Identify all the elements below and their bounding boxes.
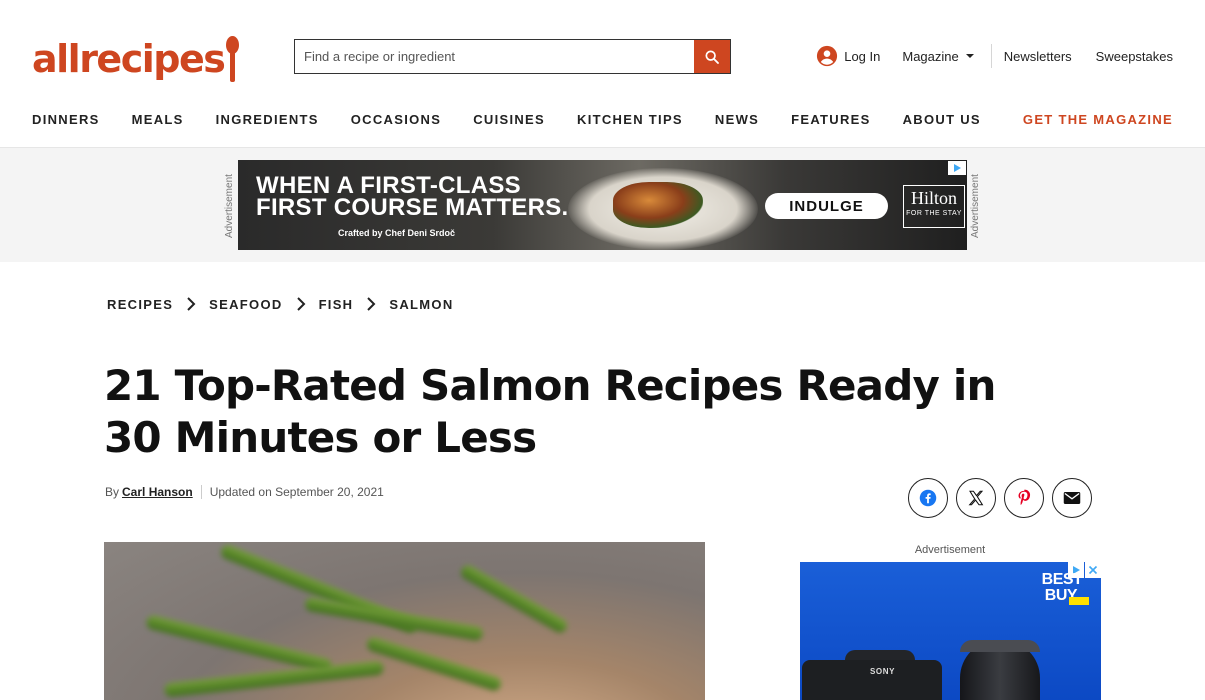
allrecipes-logo[interactable]: allrecipes xyxy=(32,32,240,82)
caret-down-icon xyxy=(965,54,974,58)
share-email-button[interactable] xyxy=(1052,478,1092,518)
spoon-icon xyxy=(225,36,240,82)
camera-image xyxy=(802,660,942,700)
email-icon xyxy=(1063,492,1081,504)
share-pinterest-button[interactable] xyxy=(1004,478,1044,518)
side-ad-banner[interactable]: BEST BUY. SONY xyxy=(800,562,1101,700)
pinterest-icon xyxy=(1018,489,1031,505)
breadcrumb-fish[interactable]: FISH xyxy=(319,297,354,312)
best-buy-line-1: BEST xyxy=(1041,571,1083,588)
camera-brand: SONY xyxy=(870,667,896,676)
breadcrumb-recipes[interactable]: RECIPES xyxy=(107,297,173,312)
sweepstakes-link[interactable]: Sweepstakes xyxy=(1096,49,1173,64)
search-input[interactable] xyxy=(295,40,694,73)
chevron-right-icon xyxy=(353,297,389,311)
breadcrumb-seafood[interactable]: SEAFOOD xyxy=(209,297,282,312)
nav-item-ingredients[interactable]: INGREDIENTS xyxy=(216,112,319,127)
ad-indulge-button[interactable]: INDULGE xyxy=(765,193,888,219)
nav-item-meals[interactable]: MEALS xyxy=(132,112,184,127)
x-icon xyxy=(968,490,984,506)
ad-subline: Crafted by Chef Deni Srdoč xyxy=(338,228,455,238)
magazine-label: Magazine xyxy=(902,48,959,64)
share-bar xyxy=(908,478,1092,518)
get-the-magazine-link[interactable]: GET THE MAGAZINE xyxy=(1023,112,1173,127)
best-buy-tag-icon xyxy=(1069,597,1089,605)
byline-by: By xyxy=(105,485,120,499)
updated-date: Updated on September 20, 2021 xyxy=(209,485,384,499)
hilton-wordmark: Hilton xyxy=(910,188,957,208)
page-title: 21 Top-Rated Salmon Recipes Ready in 30 … xyxy=(104,361,996,462)
nav-item-kitchen-tips[interactable]: KITCHEN TIPS xyxy=(577,112,683,127)
login-button[interactable]: Log In xyxy=(816,45,880,67)
ad-label-left: Advertisement xyxy=(224,174,235,238)
nav-item-about-us[interactable]: ABOUT US xyxy=(903,112,981,127)
ad-food-image xyxy=(613,182,703,228)
magazine-dropdown[interactable]: Magazine xyxy=(902,44,992,68)
nav-item-features[interactable]: FEATURES xyxy=(791,112,871,127)
main-nav: DINNERS MEALS INGREDIENTS OCCASIONS CUIS… xyxy=(32,106,1013,132)
site-header: allrecipes Log In Magazine Newsletters S… xyxy=(0,0,1205,148)
logo-text: allrecipes xyxy=(32,37,226,81)
side-ad-label: Advertisement xyxy=(914,544,986,556)
facebook-icon xyxy=(919,489,937,507)
share-facebook-button[interactable] xyxy=(908,478,948,518)
account-icon xyxy=(817,45,838,67)
hero-image xyxy=(104,542,705,700)
author-link[interactable]: Carl Hanson xyxy=(122,485,202,499)
top-ad-banner[interactable]: WHEN A FIRST-CLASS FIRST COURSE MATTERS.… xyxy=(238,160,967,250)
hilton-logo: Hilton FOR THE STAY xyxy=(903,185,965,228)
search-bar xyxy=(294,39,731,74)
utility-nav: Log In Magazine Newsletters Sweepstakes xyxy=(816,40,1173,72)
nav-item-cuisines[interactable]: CUISINES xyxy=(473,112,545,127)
ad-sub-text: Crafted by Chef Deni Srdoč xyxy=(338,228,456,238)
ad-headline: WHEN A FIRST-CLASS FIRST COURSE MATTERS. xyxy=(256,174,569,221)
nav-item-occasions[interactable]: OCCASIONS xyxy=(351,112,441,127)
breadcrumb-salmon[interactable]: SALMON xyxy=(389,297,453,312)
ad-label-right: Advertisement xyxy=(970,174,981,238)
nav-item-news[interactable]: NEWS xyxy=(715,112,759,127)
chevron-right-icon xyxy=(173,297,209,311)
hilton-tagline: FOR THE STAY xyxy=(906,210,962,217)
login-label: Log In xyxy=(844,48,881,64)
chevron-right-icon xyxy=(283,297,319,311)
ad-headline-line-2: FIRST COURSE MATTERS. xyxy=(256,194,569,221)
byline: By Carl Hanson Updated on September 20, … xyxy=(105,483,384,501)
breadcrumb: RECIPES SEAFOOD FISH SALMON xyxy=(107,294,454,314)
search-icon xyxy=(705,49,719,64)
lens-ring xyxy=(960,640,1040,652)
share-x-button[interactable] xyxy=(956,478,996,518)
nav-item-dinners[interactable]: DINNERS xyxy=(32,112,100,127)
adchoices-icon[interactable] xyxy=(948,161,966,175)
newsletters-link[interactable]: Newsletters xyxy=(1004,49,1072,64)
search-button[interactable] xyxy=(694,40,730,73)
